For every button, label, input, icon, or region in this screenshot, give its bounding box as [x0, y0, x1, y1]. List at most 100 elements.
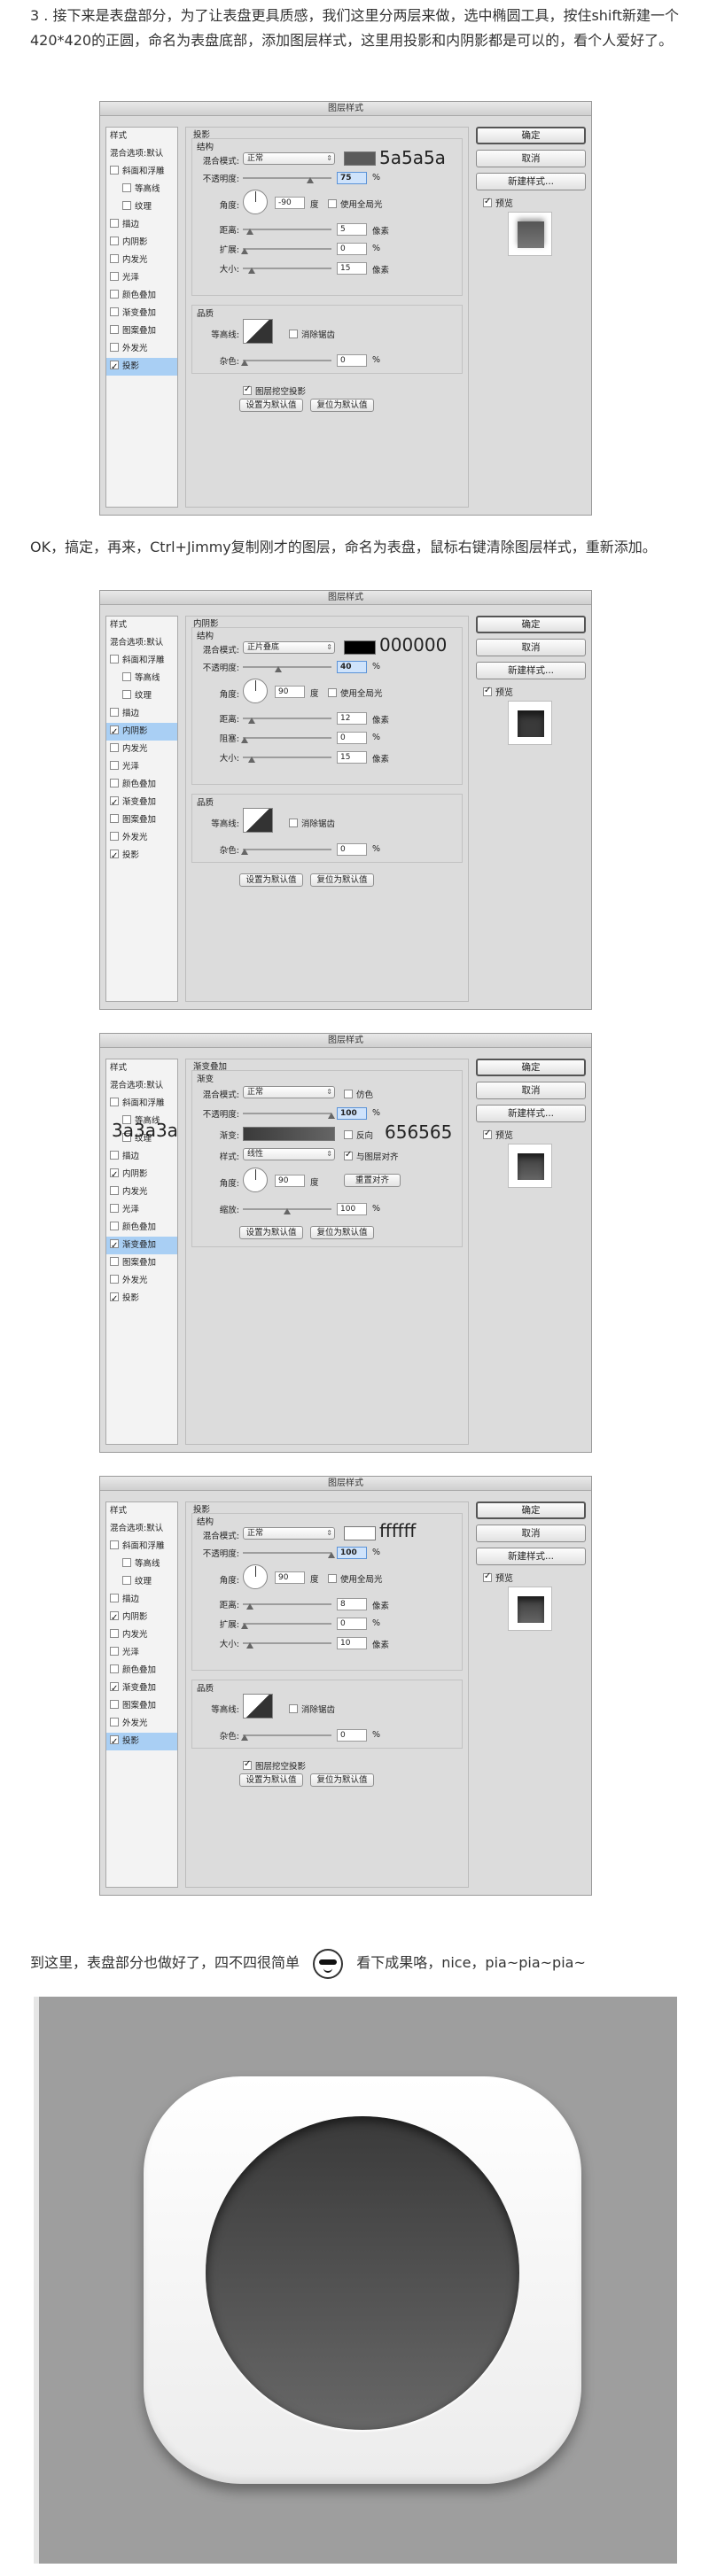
preview-checkbox[interactable] [483, 1129, 492, 1139]
spread-field[interactable]: 0 [337, 243, 367, 255]
scale-slider-thumb[interactable] [284, 1208, 291, 1214]
blend-mode-select[interactable]: 正常 [243, 152, 335, 165]
sidebar-checkbox[interactable] [110, 219, 119, 228]
sidebar-item[interactable]: 等高线 [106, 670, 177, 687]
spread-slider-thumb[interactable] [241, 248, 248, 254]
distance-slider[interactable] [243, 1603, 331, 1605]
sidebar-item[interactable]: 纹理 [106, 1573, 177, 1591]
set-default-button[interactable]: 设置为默认值 [239, 1773, 303, 1787]
blend-mode-select[interactable]: 正片叠底 [243, 641, 335, 654]
shadow-color-swatch[interactable] [344, 151, 376, 166]
noise-slider[interactable] [243, 1734, 331, 1736]
sidebar-checkbox[interactable] [110, 1186, 119, 1195]
global-light-option[interactable]: 使用全局光 [328, 1572, 383, 1585]
sidebar-checkbox[interactable] [110, 307, 119, 316]
sidebar-checkbox[interactable] [110, 1629, 119, 1638]
global-light-checkbox[interactable] [328, 1574, 337, 1583]
sidebar-checkbox[interactable] [110, 343, 119, 352]
sidebar-item[interactable]: 图案叠加 [106, 1697, 177, 1715]
preview-option[interactable]: 预览 [483, 685, 513, 698]
new-style-button[interactable]: 新建样式... [476, 662, 586, 679]
preview-checkbox[interactable] [483, 197, 492, 207]
sidebar-item-blend-options[interactable]: 混合选项:默认 [106, 634, 177, 652]
sidebar-checkbox[interactable] [110, 237, 119, 245]
blend-mode-select[interactable]: 正常 [243, 1527, 335, 1540]
noise-field[interactable]: 0 [337, 843, 367, 856]
sidebar-checkbox[interactable] [110, 1151, 119, 1160]
opacity-slider[interactable] [243, 1113, 331, 1114]
sidebar-item[interactable]: 斜面和浮雕 [106, 163, 177, 181]
opacity-slider-thumb[interactable] [275, 666, 282, 672]
sidebar-checkbox[interactable] [122, 1558, 131, 1567]
reset-align-button[interactable]: 重置对齐 [344, 1174, 401, 1187]
sidebar-item[interactable]: 颜色叠加 [106, 287, 177, 305]
angle-dial[interactable] [243, 1564, 268, 1589]
noise-slider-thumb[interactable] [241, 849, 248, 855]
size-slider-thumb[interactable] [248, 268, 255, 274]
sidebar-item[interactable]: 外发光 [106, 1272, 177, 1290]
opacity-slider[interactable] [243, 666, 331, 668]
sidebar-item[interactable]: 渐变叠加 [106, 794, 177, 812]
sidebar-item[interactable]: 光泽 [106, 758, 177, 776]
sidebar-checkbox[interactable] [110, 708, 119, 717]
sidebar-item-blend-options[interactable]: 混合选项:默认 [106, 1077, 177, 1095]
sidebar-checkbox[interactable] [122, 1576, 131, 1585]
ok-button[interactable]: 确定 [476, 616, 586, 633]
preview-checkbox[interactable] [483, 686, 492, 696]
sidebar-item[interactable]: 描边 [106, 705, 177, 723]
antialias-option[interactable]: 消除锯齿 [289, 328, 335, 340]
sidebar-checkbox[interactable] [122, 690, 131, 699]
sidebar-checkbox[interactable] [110, 795, 119, 812]
sidebar-checkbox[interactable] [110, 1594, 119, 1602]
noise-slider[interactable] [243, 849, 331, 850]
sidebar-item[interactable]: 渐变叠加 [106, 305, 177, 322]
distance-field[interactable]: 8 [337, 1598, 367, 1610]
sidebar-item[interactable]: 内发光 [106, 1183, 177, 1201]
sidebar-checkbox[interactable] [110, 814, 119, 823]
spread-slider[interactable] [243, 248, 331, 250]
opacity-field[interactable]: 100 [337, 1547, 367, 1559]
angle-field[interactable]: 90 [275, 686, 305, 698]
size-field[interactable]: 15 [337, 751, 367, 764]
opacity-field[interactable]: 40 [337, 661, 367, 673]
size-slider[interactable] [243, 1642, 331, 1644]
dither-option[interactable]: 仿色 [344, 1088, 373, 1100]
choke-field[interactable]: 0 [337, 732, 367, 744]
opacity-slider[interactable] [243, 1552, 331, 1554]
angle-dial[interactable] [243, 190, 268, 214]
choke-slider[interactable] [243, 737, 331, 739]
scale-field[interactable]: 100 [337, 1203, 367, 1215]
shadow-color-swatch[interactable] [344, 1526, 376, 1540]
sidebar-item[interactable]: 投影 [106, 1290, 177, 1308]
align-layer-checkbox[interactable] [344, 1150, 353, 1160]
sidebar-checkbox[interactable] [110, 655, 119, 663]
preview-option[interactable]: 预览 [483, 1128, 513, 1141]
size-slider[interactable] [243, 757, 331, 758]
sidebar-item[interactable]: 内阴影 [106, 1166, 177, 1184]
preview-option[interactable]: 预览 [483, 1571, 513, 1584]
sidebar-checkbox[interactable] [122, 183, 131, 192]
antialias-checkbox[interactable] [289, 1704, 298, 1713]
sidebar-item-blend-options[interactable]: 混合选项:默认 [106, 145, 177, 163]
angle-dial[interactable] [243, 1168, 268, 1192]
angle-dial[interactable] [243, 679, 268, 703]
sidebar-item[interactable]: 光泽 [106, 269, 177, 287]
sidebar-item[interactable]: 颜色叠加 [106, 776, 177, 794]
contour-picker[interactable] [243, 808, 273, 833]
antialias-option[interactable]: 消除锯齿 [289, 817, 335, 829]
shadow-color-swatch[interactable] [344, 640, 376, 655]
size-slider[interactable] [243, 268, 331, 269]
layer-knockout-checkbox[interactable] [243, 1759, 252, 1770]
opacity-field[interactable]: 100 [337, 1107, 367, 1120]
sidebar-item[interactable]: 内发光 [106, 741, 177, 758]
set-default-button[interactable]: 设置为默认值 [239, 399, 303, 412]
sidebar-item[interactable]: 图案叠加 [106, 322, 177, 340]
sidebar-checkbox[interactable] [110, 1610, 119, 1627]
cancel-button[interactable]: 取消 [476, 1082, 586, 1099]
sidebar-checkbox[interactable] [110, 290, 119, 299]
sidebar-item[interactable]: 颜色叠加 [106, 1662, 177, 1680]
choke-slider-thumb[interactable] [241, 737, 248, 743]
sidebar-checkbox[interactable] [110, 1680, 119, 1698]
sidebar-item[interactable]: 外发光 [106, 1715, 177, 1733]
contour-picker[interactable] [243, 319, 273, 344]
